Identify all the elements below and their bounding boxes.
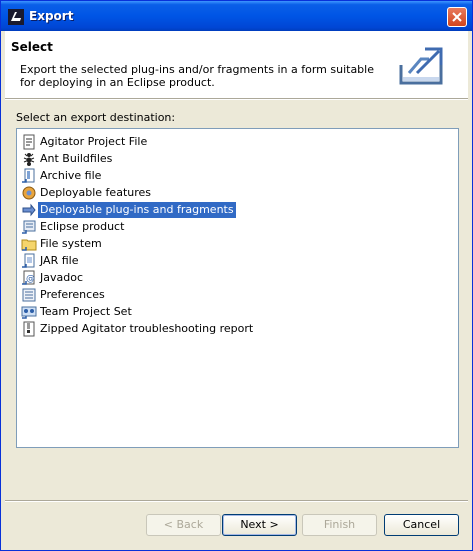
folder-icon [21, 239, 37, 251]
page-description: Export the selected plug-ins and/or frag… [20, 63, 374, 89]
destination-label: Select an export destination: [16, 111, 176, 124]
item-label: Deployable features [40, 186, 152, 199]
zip-report-icon [23, 321, 35, 337]
item-label: JAR file [40, 254, 79, 267]
next-button[interactable]: Next > [222, 514, 297, 536]
window-title: Export [29, 9, 74, 23]
plugin-icon [22, 203, 36, 217]
item-label: Preferences [40, 288, 105, 301]
item-label: Agitator Project File [40, 135, 148, 148]
ant-icon [23, 153, 35, 166]
title-bar[interactable]: Export [1, 1, 472, 31]
svg-text:@: @ [26, 274, 35, 284]
wizard-header: Select Export the selected plug-ins and/… [5, 31, 468, 98]
item-label: Deployable plug-ins and fragments [38, 202, 236, 218]
back-button[interactable]: < Back [146, 514, 221, 536]
item-label: Zipped Agitator troubleshooting report [40, 322, 254, 335]
destination-tree[interactable]: Agitator Project File Ant Buildfiles Arc… [16, 128, 459, 448]
javadoc-icon: @ [22, 270, 35, 285]
export-dialog: Export Select Export the selected plug-i… [0, 0, 473, 551]
footer-separator [5, 500, 468, 502]
feature-icon [22, 186, 36, 200]
page-title: Select [11, 40, 53, 54]
product-icon [22, 220, 36, 234]
export-wizard-icon [399, 47, 443, 85]
finish-button[interactable]: Finish [302, 514, 377, 536]
item-label: Eclipse product [40, 220, 125, 233]
archive-icon [22, 168, 35, 183]
header-separator [5, 98, 468, 100]
item-label: Archive file [40, 169, 102, 182]
agitator-project-icon [23, 134, 35, 150]
close-button[interactable] [447, 7, 467, 27]
item-label: Team Project Set [40, 305, 132, 318]
preferences-icon [22, 288, 36, 302]
item-label: Javadoc [40, 271, 83, 284]
eclipse-icon [8, 9, 24, 25]
item-label: Ant Buildfiles [40, 152, 113, 165]
close-icon [452, 12, 462, 22]
item-label: File system [40, 237, 102, 250]
team-icon [21, 306, 37, 319]
cancel-button[interactable]: Cancel [384, 514, 459, 536]
jar-icon [22, 253, 35, 268]
